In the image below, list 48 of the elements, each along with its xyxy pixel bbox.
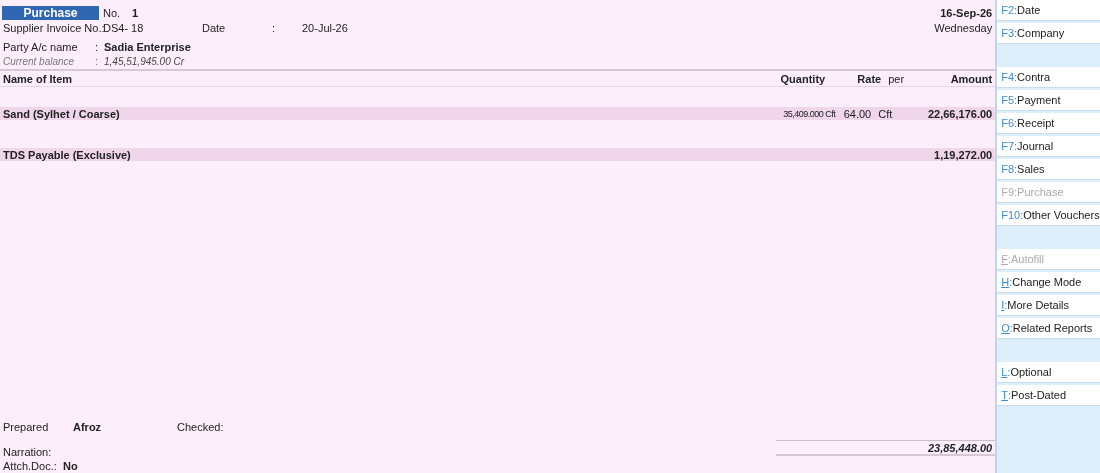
- column-header: Amount: [949, 72, 993, 85]
- item-quantity: 35,409.000 Cft: [782, 108, 836, 119]
- invoice-label: Supplier Invoice No.:: [3, 21, 103, 34]
- sidebar-menu-item[interactable]: F3:Company: [997, 23, 1100, 44]
- balance-separator: :: [95, 55, 100, 67]
- voucher-type-title: Purchase: [2, 5, 99, 20]
- total-amount: 23,85,448.00: [927, 441, 993, 454]
- attachment-value: No: [63, 459, 78, 472]
- sidebar-menu-item[interactable]: F10:Other Vouchers: [997, 205, 1100, 226]
- sidebar-menu-item[interactable]: O:Related Reports: [997, 318, 1100, 339]
- sidebar-menu-item[interactable]: F5:Payment: [997, 90, 1100, 111]
- column-header: per: [887, 72, 906, 85]
- column-header: Name of Item: [3, 72, 73, 85]
- prepared-label: Prepared: [3, 420, 50, 433]
- sidebar-menu-item[interactable]: I:More Details: [997, 295, 1100, 316]
- sidebar-menu-item[interactable]: L:Optional: [997, 362, 1100, 383]
- date-label: Date: [202, 21, 227, 34]
- prepared-by: Afroz: [73, 420, 103, 433]
- voucher-number: 1: [132, 6, 139, 19]
- sidebar-menu-item[interactable]: F2:Date: [997, 0, 1100, 21]
- checked-label: Checked:: [177, 420, 224, 433]
- sidebar-menu-item[interactable]: T:Post-Dated: [997, 385, 1100, 406]
- column-header: Rate: [856, 72, 882, 85]
- item-name: Sand (Sylhet / Coarse): [3, 107, 120, 120]
- item-amount: 22,66,176.00: [926, 107, 993, 120]
- item-rate: 64.00: [842, 107, 872, 120]
- column-header: Quantity: [779, 72, 826, 85]
- party-separator: :: [95, 40, 100, 53]
- voucher-number-label: No.: [103, 6, 122, 19]
- sidebar-menu-item[interactable]: H:Change Mode: [997, 272, 1100, 293]
- attachment-label: Attch.Doc.:: [3, 459, 58, 472]
- date-separator: :: [272, 21, 277, 34]
- sidebar-menu-item[interactable]: F4:Contra: [997, 67, 1100, 88]
- current-date: 16-Sep-26: [940, 6, 993, 19]
- ledger-name: TDS Payable (Exclusive): [3, 148, 131, 161]
- sidebar-menu-item[interactable]: F7:Journal: [997, 136, 1100, 157]
- invoice-number: DS4- 18: [103, 21, 145, 34]
- balance-label: Current balance: [3, 55, 76, 67]
- current-balance: 1,45,51,945.00 Cr: [104, 55, 185, 67]
- sidebar-menu-item[interactable]: F8:Sales: [997, 159, 1100, 180]
- voucher-date: 20-Jul-26: [302, 21, 348, 34]
- party-label: Party A/c name: [3, 40, 79, 53]
- party-name: Sadia Enterprise: [104, 40, 191, 53]
- weekday: Wednesday: [934, 21, 993, 34]
- narration-label: Narration:: [3, 446, 52, 458]
- sidebar-menu-item[interactable]: F6:Receipt: [997, 113, 1100, 134]
- item-unit: Cft: [877, 107, 894, 120]
- item-amount: 1,19,272.00: [933, 148, 993, 161]
